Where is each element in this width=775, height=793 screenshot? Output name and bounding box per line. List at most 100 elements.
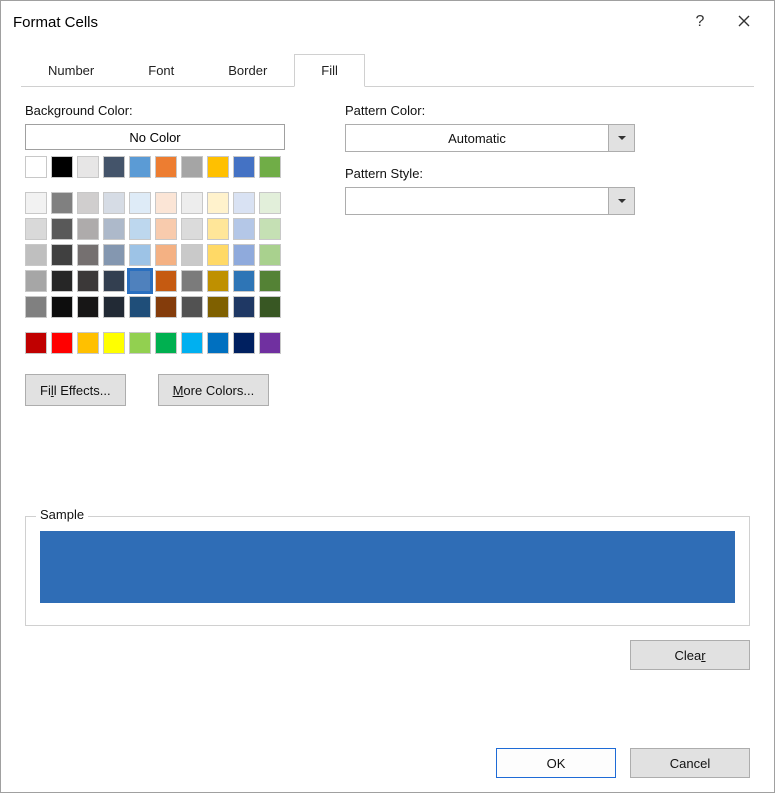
more-colors-button[interactable]: More Colors... xyxy=(158,374,270,406)
color-swatch[interactable] xyxy=(181,156,203,178)
color-swatch[interactable] xyxy=(51,270,73,292)
color-swatch[interactable] xyxy=(25,296,47,318)
chevron-down-icon xyxy=(608,125,634,151)
color-swatch[interactable] xyxy=(233,218,255,240)
color-swatch[interactable] xyxy=(51,332,73,354)
help-icon: ? xyxy=(696,13,705,31)
color-swatch[interactable] xyxy=(181,192,203,214)
sample-legend: Sample xyxy=(36,507,88,522)
color-swatch[interactable] xyxy=(77,296,99,318)
color-swatch[interactable] xyxy=(51,156,73,178)
color-swatch[interactable] xyxy=(129,296,151,318)
clear-label: Clear xyxy=(674,648,705,663)
color-swatch[interactable] xyxy=(129,192,151,214)
pattern-style-value xyxy=(346,188,608,214)
color-swatch[interactable] xyxy=(77,218,99,240)
color-swatch[interactable] xyxy=(259,244,281,266)
color-swatch[interactable] xyxy=(233,296,255,318)
color-swatch[interactable] xyxy=(155,270,177,292)
fill-effects-label: Fill Effects... xyxy=(40,383,111,398)
color-swatch[interactable] xyxy=(155,192,177,214)
pattern-color-value: Automatic xyxy=(346,125,608,151)
color-swatch[interactable] xyxy=(51,296,73,318)
color-swatch[interactable] xyxy=(207,244,229,266)
pattern-column: Pattern Color: Automatic Pattern Style: xyxy=(345,103,635,406)
color-swatch[interactable] xyxy=(103,244,125,266)
tab-fill[interactable]: Fill xyxy=(294,54,365,87)
color-swatch[interactable] xyxy=(207,192,229,214)
color-swatch[interactable] xyxy=(155,244,177,266)
color-swatch[interactable] xyxy=(129,244,151,266)
color-swatch[interactable] xyxy=(259,270,281,292)
color-swatch[interactable] xyxy=(77,332,99,354)
pattern-color-label: Pattern Color: xyxy=(345,103,635,118)
color-swatch[interactable] xyxy=(181,332,203,354)
color-swatch[interactable] xyxy=(233,156,255,178)
color-swatch[interactable] xyxy=(51,192,73,214)
color-swatch[interactable] xyxy=(233,244,255,266)
clear-button[interactable]: Clear xyxy=(630,640,750,670)
color-swatch[interactable] xyxy=(103,218,125,240)
color-swatch[interactable] xyxy=(259,332,281,354)
color-swatch[interactable] xyxy=(25,156,47,178)
color-swatch[interactable] xyxy=(129,156,151,178)
color-swatch[interactable] xyxy=(77,244,99,266)
color-swatch[interactable] xyxy=(207,332,229,354)
color-swatch[interactable] xyxy=(51,244,73,266)
color-swatch[interactable] xyxy=(129,218,151,240)
color-swatch[interactable] xyxy=(25,270,47,292)
color-swatch[interactable] xyxy=(77,156,99,178)
color-swatch[interactable] xyxy=(259,156,281,178)
color-swatch[interactable] xyxy=(103,270,125,292)
color-swatch[interactable] xyxy=(259,296,281,318)
help-button[interactable]: ? xyxy=(678,7,722,37)
dialog-title: Format Cells xyxy=(13,14,678,31)
color-swatch[interactable] xyxy=(25,218,47,240)
theme-colors-row xyxy=(25,156,285,178)
color-swatch[interactable] xyxy=(155,332,177,354)
close-button[interactable] xyxy=(722,7,766,37)
color-swatch[interactable] xyxy=(103,296,125,318)
color-swatch[interactable] xyxy=(181,244,203,266)
color-swatch[interactable] xyxy=(207,156,229,178)
pattern-style-dropdown[interactable] xyxy=(345,187,635,215)
pattern-color-dropdown[interactable]: Automatic xyxy=(345,124,635,152)
color-swatch[interactable] xyxy=(103,156,125,178)
color-swatch[interactable] xyxy=(233,270,255,292)
tabs: Number Font Border Fill xyxy=(21,53,754,87)
color-buttons-row: Fill Effects... More Colors... xyxy=(25,374,285,406)
color-swatch[interactable] xyxy=(103,192,125,214)
color-swatch[interactable] xyxy=(103,332,125,354)
titlebar: Format Cells ? xyxy=(1,1,774,43)
no-color-text: No Color xyxy=(129,130,180,145)
cancel-button[interactable]: Cancel xyxy=(630,748,750,778)
ok-button[interactable]: OK xyxy=(496,748,616,778)
color-swatch[interactable] xyxy=(181,270,203,292)
color-swatch[interactable] xyxy=(25,332,47,354)
color-swatch[interactable] xyxy=(155,296,177,318)
tab-number[interactable]: Number xyxy=(21,54,121,87)
color-swatch[interactable] xyxy=(233,332,255,354)
fill-effects-button[interactable]: Fill Effects... xyxy=(25,374,126,406)
color-swatch[interactable] xyxy=(129,270,151,292)
tab-border[interactable]: Border xyxy=(201,54,294,87)
tab-font[interactable]: Font xyxy=(121,54,201,87)
color-swatch[interactable] xyxy=(233,192,255,214)
color-swatch[interactable] xyxy=(77,192,99,214)
color-swatch[interactable] xyxy=(25,244,47,266)
color-swatch[interactable] xyxy=(207,296,229,318)
color-swatch[interactable] xyxy=(181,296,203,318)
color-swatch[interactable] xyxy=(25,192,47,214)
color-swatch[interactable] xyxy=(129,332,151,354)
color-swatch[interactable] xyxy=(155,218,177,240)
color-swatch[interactable] xyxy=(77,270,99,292)
no-color-button[interactable]: No Color xyxy=(25,124,285,150)
color-swatch[interactable] xyxy=(259,218,281,240)
clear-row: Clear xyxy=(25,640,750,670)
color-swatch[interactable] xyxy=(155,156,177,178)
color-swatch[interactable] xyxy=(207,218,229,240)
color-swatch[interactable] xyxy=(259,192,281,214)
color-swatch[interactable] xyxy=(207,270,229,292)
color-swatch[interactable] xyxy=(51,218,73,240)
color-swatch[interactable] xyxy=(181,218,203,240)
